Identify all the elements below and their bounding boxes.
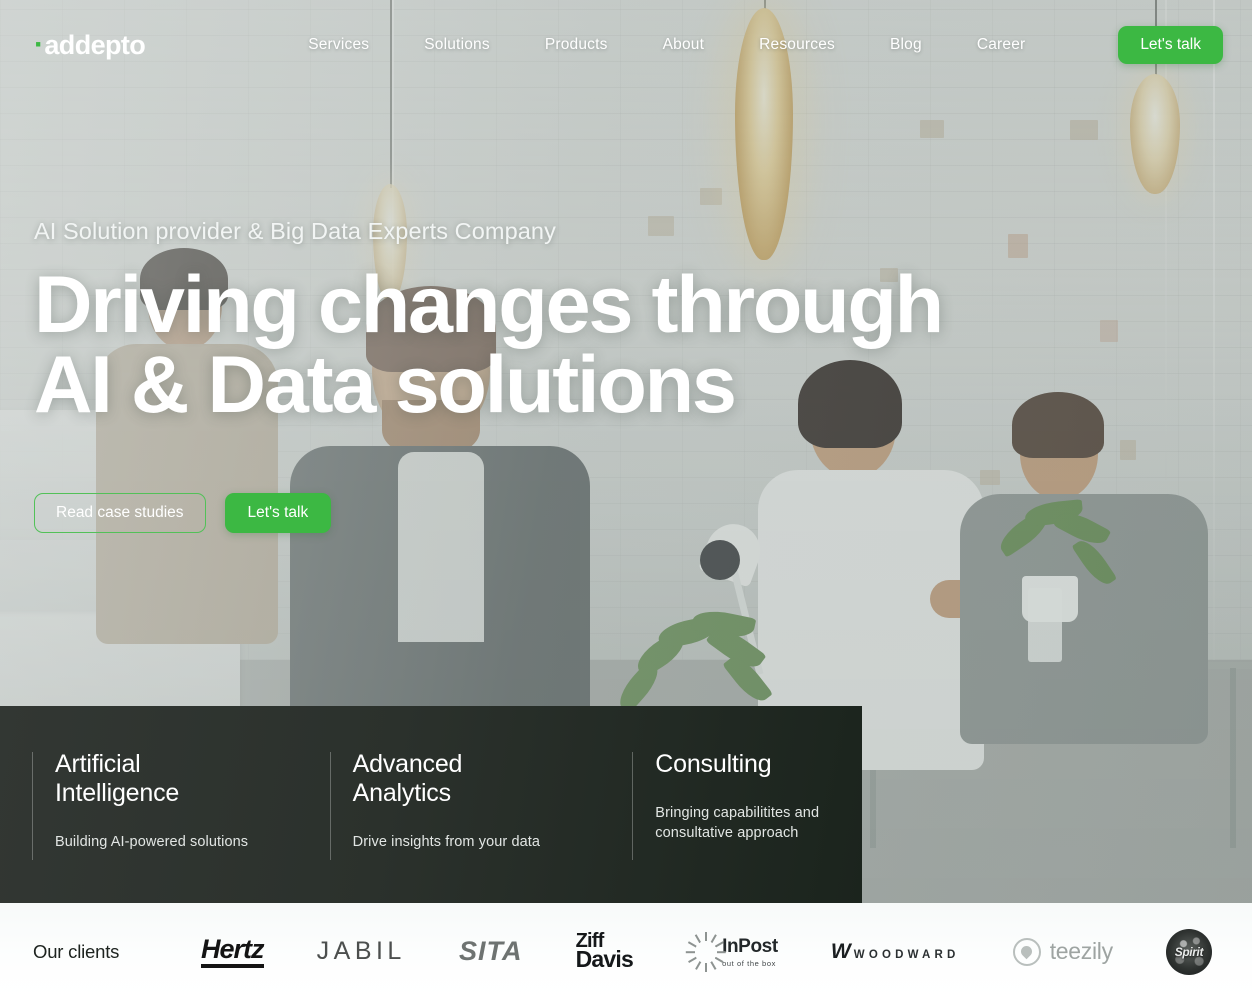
clients-label: Our clients: [33, 940, 120, 962]
hero-eyebrow: AI Solution provider & Big Data Experts …: [34, 218, 556, 244]
nav-link-career[interactable]: Career: [977, 30, 1026, 60]
hero-headline-line2: AI & Data solutions: [34, 339, 737, 430]
clients-bar: Our clients Hertz JABIL SITA Ziff Davis: [0, 903, 1252, 1000]
nav-link-blog[interactable]: Blog: [890, 30, 922, 60]
nav-lets-talk-button[interactable]: Let's talk: [1118, 26, 1223, 64]
service-card-title-line2: Intelligence: [55, 779, 180, 807]
nav-link-resources[interactable]: Resources: [759, 30, 835, 60]
client-logo-ziff-davis[interactable]: Ziff Davis: [575, 924, 634, 980]
teezily-heart-icon: [1012, 937, 1041, 966]
service-card-title-line2: Analytics: [352, 779, 451, 807]
hertz-wordmark: Hertz: [201, 935, 265, 969]
client-logo-teezily[interactable]: teezily: [1012, 924, 1113, 980]
client-logo-spirit[interactable]: Spirit: [1165, 924, 1212, 980]
inpost-wordmark: InPost out of the box: [722, 936, 778, 968]
nav-links: Services Solutions Products About Resour…: [308, 30, 1025, 60]
service-card-consulting[interactable]: Consulting Bringing capabilitites and co…: [632, 750, 862, 862]
hero-buttons: Read case studies Let's talk: [34, 492, 1134, 533]
hero-headline: Driving changes through AI & Data soluti…: [34, 265, 1134, 430]
sita-wordmark: SITA: [458, 936, 523, 966]
ziff-davis-line2: Davis: [575, 946, 634, 973]
woodward-wordmark: WOODWARD: [853, 948, 960, 961]
hero-lets-talk-button[interactable]: Let's talk: [224, 492, 332, 533]
woodward-lockup: W WOODWARD: [831, 941, 960, 963]
client-logo-sita[interactable]: SITA: [459, 924, 523, 980]
spirit-crest-icon: Spirit: [1165, 928, 1212, 975]
woodward-monogram-icon: W: [830, 939, 851, 963]
ziff-davis-wordmark: Ziff Davis: [575, 931, 634, 973]
nav-link-services[interactable]: Services: [308, 30, 369, 60]
service-cards-panel: Artificial Intelligence Building AI-powe…: [0, 706, 862, 903]
inpost-name: InPost: [722, 935, 778, 957]
sun-rays-icon: [685, 931, 726, 972]
client-logo-inpost[interactable]: InPost out of the box: [685, 924, 778, 980]
spirit-wordmark: Spirit: [1174, 944, 1204, 959]
service-card-title-line1: Advanced: [352, 750, 463, 778]
nav-link-solutions[interactable]: Solutions: [424, 30, 490, 60]
jabil-wordmark: JABIL: [316, 937, 406, 965]
client-logos: Hertz JABIL SITA Ziff Davis InPost out o…: [193, 924, 1252, 980]
hero-copy: AI Solution provider & Big Data Experts …: [34, 218, 1134, 533]
service-card-title: Consulting: [655, 750, 862, 779]
client-logo-jabil[interactable]: JABIL: [317, 924, 406, 980]
service-card-artificial-intelligence[interactable]: Artificial Intelligence Building AI-powe…: [32, 750, 298, 862]
client-logo-woodward[interactable]: W WOODWARD: [831, 924, 960, 980]
landing-page: · addepto Services Solutions Products Abo…: [0, 0, 1252, 1000]
hero-headline-line1: Driving changes through: [34, 260, 944, 350]
service-card-description: Building AI-powered solutions: [55, 834, 249, 850]
service-card-description: Drive insights from your data: [352, 834, 541, 850]
teezily-wordmark: teezily: [1049, 938, 1113, 964]
service-card-description: Bringing capabilitites and consultative …: [655, 805, 820, 841]
top-navigation-bar: · addepto Services Solutions Products Abo…: [0, 0, 1252, 90]
inpost-tagline: out of the box: [722, 958, 776, 968]
read-case-studies-button[interactable]: Read case studies: [34, 492, 206, 533]
service-card-title: Artificial Intelligence: [55, 750, 298, 808]
service-card-title-line1: Artificial: [55, 750, 141, 778]
service-card-title-line1: Consulting: [655, 750, 772, 778]
client-logo-hertz[interactable]: Hertz: [201, 924, 265, 980]
brand-name: addepto: [44, 29, 146, 60]
service-card-advanced-analytics[interactable]: Advanced Analytics Drive insights from y…: [329, 750, 602, 862]
nav-link-products[interactable]: Products: [545, 30, 608, 60]
nav-link-about[interactable]: About: [663, 30, 705, 60]
brand-logo[interactable]: · addepto: [34, 29, 146, 61]
service-card-title: Advanced Analytics: [353, 750, 602, 808]
